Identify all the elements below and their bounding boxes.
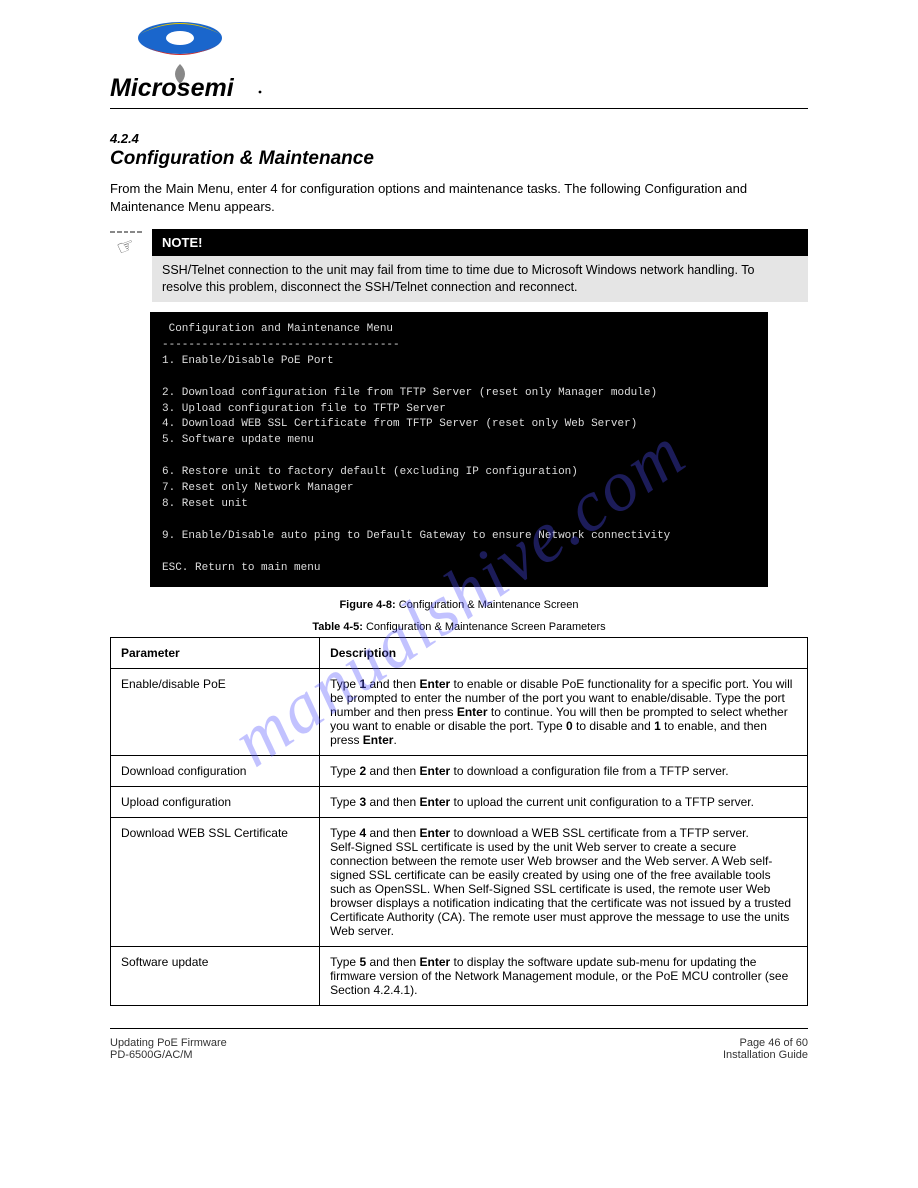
note-block: ☞ NOTE! SSH/Telnet connection to the uni… <box>110 229 808 302</box>
microsemi-logo-icon: Microsemi <box>110 16 270 102</box>
table-label: Table 4-5: <box>312 621 363 633</box>
brand-logo: Microsemi <box>110 16 808 102</box>
footer-left-line1: Updating PoE Firmware <box>110 1037 227 1049</box>
table-row: Download configurationType 2 and then En… <box>111 755 808 786</box>
footer-page-number: Page 46 of 60 <box>723 1037 808 1049</box>
figure-caption-text: Configuration & Maintenance Screen <box>399 599 579 611</box>
note-icon-col: ☞ <box>110 229 142 302</box>
section-description: From the Main Menu, enter 4 for configur… <box>110 180 808 215</box>
note-heading: NOTE! <box>152 229 808 256</box>
svg-text:Microsemi: Microsemi <box>110 74 235 102</box>
footer-divider <box>110 1028 808 1029</box>
footer-left-line2: PD-6500G/AC/M <box>110 1049 227 1061</box>
table-row: Upload configurationType 3 and then Ente… <box>111 786 808 817</box>
figure-caption: Figure 4-8: Configuration & Maintenance … <box>110 599 808 611</box>
table-row: Software updateType 5 and then Enter to … <box>111 946 808 1005</box>
param-cell: Enable/disable PoE <box>111 668 320 755</box>
col-header-parameter: Parameter <box>111 637 320 668</box>
parameters-table: Parameter Description Enable/disable PoE… <box>110 637 808 1006</box>
desc-cell: Type 1 and then Enter to enable or disab… <box>320 668 808 755</box>
table-caption-text: Configuration & Maintenance Screen Param… <box>366 621 606 633</box>
desc-cell: Type 5 and then Enter to display the sof… <box>320 946 808 1005</box>
param-cell: Upload configuration <box>111 786 320 817</box>
desc-cell: Type 2 and then Enter to download a conf… <box>320 755 808 786</box>
note-body: SSH/Telnet connection to the unit may fa… <box>152 256 808 302</box>
footer-doc-type: Installation Guide <box>723 1049 808 1061</box>
desc-cell: Type 4 and then Enter to download a WEB … <box>320 817 808 946</box>
section-title: Configuration & Maintenance <box>110 148 808 170</box>
param-cell: Download WEB SSL Certificate <box>111 817 320 946</box>
note-stripe-icon <box>110 231 142 233</box>
table-caption: Table 4-5: Configuration & Maintenance S… <box>110 621 808 633</box>
param-cell: Software update <box>111 946 320 1005</box>
table-row: Download WEB SSL CertificateType 4 and t… <box>111 817 808 946</box>
page-footer: Updating PoE Firmware PD-6500G/AC/M Page… <box>110 1037 808 1061</box>
terminal-screenshot: Configuration and Maintenance Menu -----… <box>150 312 768 587</box>
desc-cell: Type 3 and then Enter to upload the curr… <box>320 786 808 817</box>
param-cell: Download configuration <box>111 755 320 786</box>
col-header-description: Description <box>320 637 808 668</box>
header-divider <box>110 108 808 109</box>
section-number: 4.2.4 <box>110 131 808 146</box>
table-row: Enable/disable PoEType 1 and then Enter … <box>111 668 808 755</box>
hand-point-icon: ☞ <box>114 235 138 260</box>
figure-label: Figure 4-8: <box>339 599 395 611</box>
